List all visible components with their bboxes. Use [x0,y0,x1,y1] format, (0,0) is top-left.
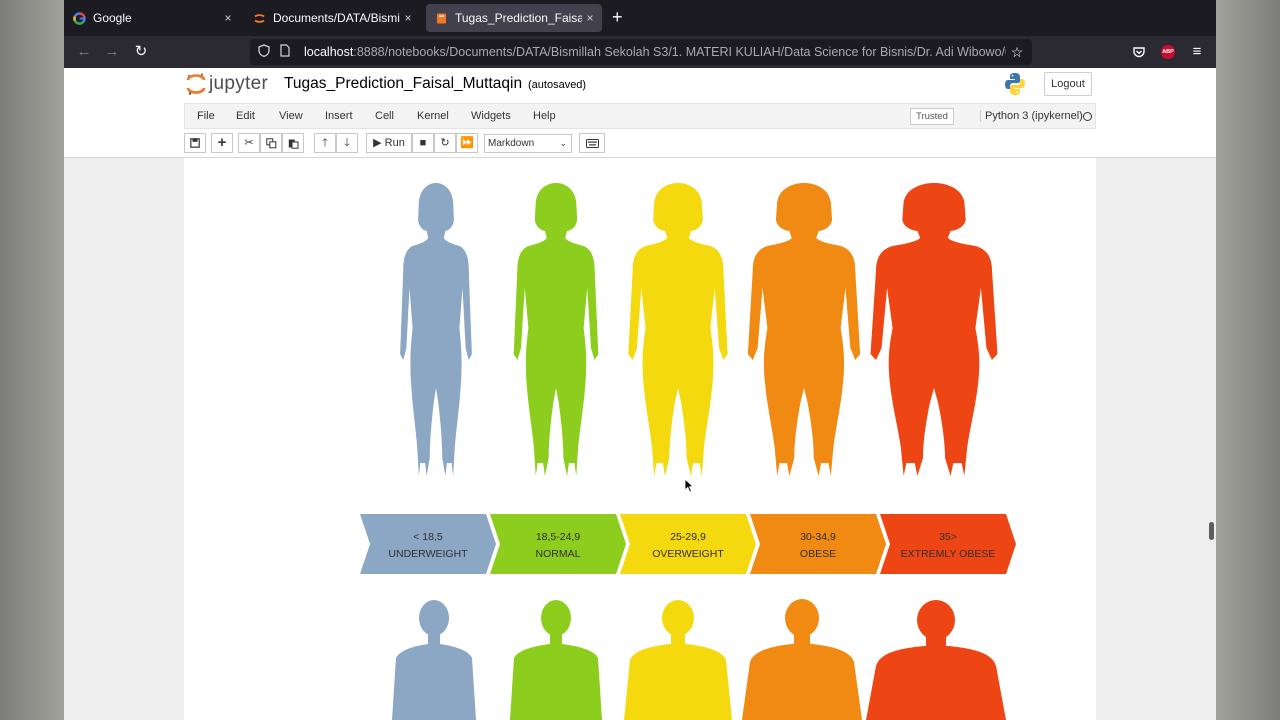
bust-underweight [392,600,476,720]
move-down-icon[interactable]: 🡓 [336,133,358,153]
tab-title: Documents/DATA/Bismillah Sekolah [273,11,400,25]
range-normal: 18,5-24,9 [536,531,581,543]
label-extremely-obese: EXTREMLY OBESE [901,548,996,560]
range-obese: 30-34,9 [800,531,836,543]
mouse-pointer-icon [684,478,694,493]
menu-view[interactable]: View [279,110,303,122]
close-tab-icon[interactable]: × [582,11,598,25]
back-arrow-icon[interactable]: ← [74,42,94,62]
bmi-banner: < 18,5 UNDERWEIGHT 18,5-24,9 NORMAL 25-2… [360,514,1016,574]
menu-cell[interactable]: Cell [375,110,394,122]
python-logo-icon [1004,72,1026,96]
copy-icon[interactable] [260,133,282,153]
keyboard-icon[interactable] [579,133,605,153]
range-extremely-obese: 35> [939,531,957,543]
silhouette-overweight [628,183,728,476]
bust-extremely-obese [866,600,1006,720]
jupyter-ring-icon [186,72,206,96]
navigation-bar: ← → ↻ localhost:8888/notebooks/Documents… [64,36,1216,68]
stop-icon[interactable]: ■ [412,133,434,153]
autosave-status: (autosaved) [528,79,587,91]
jupyter-logo[interactable]: jupyter [186,72,268,96]
pocket-icon[interactable] [1129,42,1149,62]
tab-title: Tugas_Prediction_Faisal_Muttaqin [455,11,582,25]
bust-overweight [624,600,732,720]
silhouette-obese [747,183,861,476]
menu-widgets[interactable]: Widgets [471,110,511,122]
move-up-icon[interactable]: 🡑 [314,133,336,153]
jupyter-menu-area: File Edit View Insert Cell Kernel Widget… [64,103,1216,158]
banner-obese [750,514,886,574]
label-obese: OBESE [800,548,836,560]
run-button[interactable]: ▶ Run [366,133,412,153]
reload-icon[interactable]: ↻ [131,42,151,62]
hamburger-menu-icon[interactable]: ≡ [1187,42,1207,62]
menu-bar: File Edit View Insert Cell Kernel Widget… [184,103,1096,129]
chevron-down-icon: ⌄ [559,138,567,148]
play-icon: ▶ [373,137,382,149]
label-underweight: UNDERWEIGHT [388,548,468,560]
range-underweight: < 18,5 [413,531,443,543]
bmi-infographic: < 18,5 UNDERWEIGHT 18,5-24,9 NORMAL 25-2… [360,183,1016,720]
label-overweight: OVERWEIGHT [652,548,724,560]
banner-underweight [360,514,496,574]
silhouette-normal [513,183,599,476]
tab-documents[interactable]: Documents/DATA/Bismillah Sekolah × [244,4,420,32]
tab-strip: Google × Documents/DATA/Bismillah Sekola… [64,0,1216,36]
url-text: localhost:8888/notebooks/Documents/DATA/… [304,45,1006,59]
label-normal: NORMAL [536,548,581,560]
bust-normal [510,600,602,720]
paste-icon[interactable] [282,133,304,153]
silhouette-underweight [400,183,472,476]
address-bar[interactable]: localhost:8888/notebooks/Documents/DATA/… [250,39,1032,65]
save-icon[interactable] [184,133,206,153]
close-tab-icon[interactable]: × [220,11,236,25]
notebook-container: < 18,5 UNDERWEIGHT 18,5-24,9 NORMAL 25-2… [64,158,1216,720]
tab-google[interactable]: Google × [64,4,240,32]
menu-insert[interactable]: Insert [325,110,353,122]
close-tab-icon[interactable]: × [400,11,416,25]
shield-icon [258,44,272,60]
menu-kernel[interactable]: Kernel [417,110,449,122]
cell-type-select[interactable]: Markdown ⌄ [484,134,572,153]
bust-obese [742,599,862,720]
banner-normal [490,514,626,574]
jupyter-header: jupyter Tugas_Prediction_Faisal_Muttaqin… [64,68,1216,103]
cut-icon[interactable]: ✂ [238,133,260,153]
trusted-badge[interactable]: Trusted [910,108,954,125]
range-overweight: 25-29,9 [670,531,706,543]
menu-edit[interactable]: Edit [236,110,255,122]
kernel-name[interactable]: Python 3 (ipykernel) [980,110,1083,122]
logout-button[interactable]: Logout [1044,72,1092,96]
fast-forward-icon[interactable]: ⏩ [456,133,478,153]
banner-overweight [620,514,756,574]
tab-title: Google [93,11,132,25]
page-icon [280,44,294,60]
restart-icon[interactable]: ↻ [434,133,456,153]
silhouette-extremely-obese [870,183,998,476]
notebook-title[interactable]: Tugas_Prediction_Faisal_Muttaqin [284,75,522,93]
bookmark-star-icon[interactable]: ☆ [1006,44,1028,61]
jupyter-icon [253,12,266,25]
adblock-plus-icon[interactable]: ABP [1161,45,1175,59]
browser-window: Google × Documents/DATA/Bismillah Sekola… [64,0,1216,720]
banner-extremely-obese [880,514,1016,574]
menu-help[interactable]: Help [533,110,556,122]
add-cell-icon[interactable]: + [211,133,233,153]
kernel-status-icon [1083,112,1092,121]
google-icon [73,11,86,25]
forward-arrow-icon[interactable]: → [102,42,122,62]
notebook-icon [435,12,448,25]
new-tab-button[interactable]: + [612,8,623,26]
page-scrollbar-thumb[interactable] [1209,522,1214,540]
tab-notebook-active[interactable]: Tugas_Prediction_Faisal_Muttaqin × [426,4,602,32]
menu-file[interactable]: File [197,110,215,122]
markdown-cell-output: < 18,5 UNDERWEIGHT 18,5-24,9 NORMAL 25-2… [184,158,1096,720]
